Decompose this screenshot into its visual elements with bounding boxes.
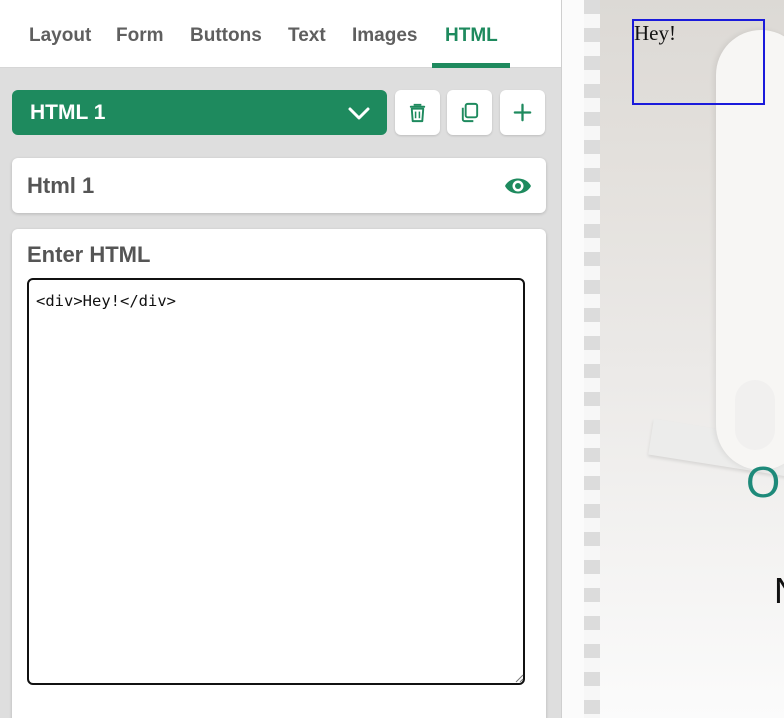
element-tabs: Layout Form Buttons Text Images HTML xyxy=(0,0,561,68)
chevron-down-icon xyxy=(348,107,370,120)
element-name-card: Html 1 xyxy=(12,158,546,213)
html-element-rendered-text: Hey! xyxy=(634,21,676,45)
tab-form[interactable]: Form xyxy=(116,0,164,68)
editor-panel: Layout Form Buttons Text Images HTML HTM… xyxy=(0,0,562,718)
resize-handle-icon[interactable] xyxy=(514,673,524,683)
html-editor-label: Enter HTML xyxy=(27,242,151,267)
plus-icon xyxy=(513,103,532,122)
add-element-button[interactable] xyxy=(500,90,545,135)
partial-text-letter: N xyxy=(774,570,784,612)
tab-layout[interactable]: Layout xyxy=(29,0,91,68)
tab-buttons[interactable]: Buttons xyxy=(190,0,262,68)
element-name-title: Html 1 xyxy=(27,173,95,198)
active-tab-indicator xyxy=(432,63,510,68)
element-select-value: HTML 1 xyxy=(30,101,106,124)
tab-html[interactable]: HTML xyxy=(445,0,498,68)
duplicate-element-button[interactable] xyxy=(447,90,492,135)
copy-icon xyxy=(461,102,479,123)
partial-heading-letter: O xyxy=(746,458,781,507)
html-code-textarea[interactable]: <div>Hey!</div> xyxy=(27,278,525,685)
preview-canvas: O N Hey! xyxy=(562,0,784,718)
element-select-dropdown[interactable]: HTML 1 xyxy=(12,90,387,135)
html-editor-card: Enter HTML <div>Hey!</div> xyxy=(12,229,546,718)
photo-ball-shape xyxy=(735,380,775,450)
delete-element-button[interactable] xyxy=(395,90,440,135)
html-element-preview[interactable]: Hey! xyxy=(632,19,765,105)
trash-icon xyxy=(409,103,426,123)
eye-icon[interactable] xyxy=(504,173,532,199)
background-photo xyxy=(600,0,784,718)
tab-images[interactable]: Images xyxy=(352,0,417,68)
tab-text[interactable]: Text xyxy=(288,0,326,68)
